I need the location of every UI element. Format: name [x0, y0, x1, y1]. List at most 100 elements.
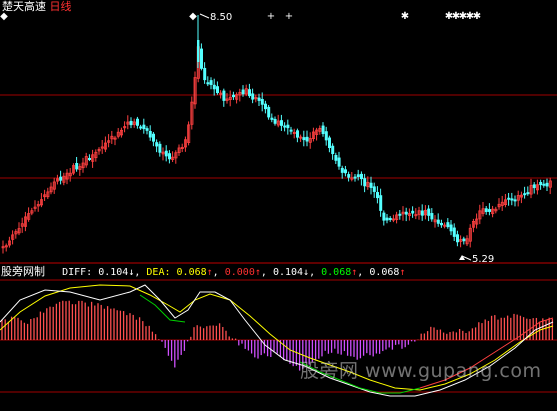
dea-label: DEA: — [146, 267, 171, 278]
candles — [1, 15, 552, 254]
candle-body — [427, 208, 431, 216]
candle-body — [430, 213, 434, 220]
candle-body — [88, 158, 92, 161]
candle-body — [139, 126, 143, 129]
candle-body — [363, 178, 367, 187]
candle-body — [327, 137, 331, 149]
candle-body — [324, 131, 328, 141]
candle-body — [420, 210, 424, 216]
candle-body — [331, 145, 335, 155]
stock-name: 楚天高速 — [2, 0, 46, 13]
candle-body — [286, 124, 290, 129]
high-pointer — [199, 13, 210, 19]
candle-body — [398, 213, 402, 216]
candle-body — [545, 182, 549, 187]
candle-body — [263, 103, 267, 110]
candle-body — [369, 182, 373, 188]
candle-body — [305, 136, 309, 142]
candle-body — [148, 130, 152, 138]
candle-body — [455, 234, 459, 243]
candle-body — [167, 153, 171, 160]
cross-mark-icon: + — [285, 11, 293, 22]
candle-body — [385, 217, 389, 221]
candle-body — [260, 98, 264, 105]
candle-body — [209, 80, 213, 85]
high-price-label: 8.50 — [210, 12, 233, 23]
candle-body — [526, 192, 530, 195]
extra-value-4: 0.068 — [369, 267, 400, 278]
candle-body — [334, 154, 338, 161]
grid-lines — [0, 94, 557, 393]
candle-body — [145, 128, 149, 131]
extra-value-1: 0.000 — [224, 267, 255, 278]
diamond-mark-icon: ◆ — [189, 11, 197, 22]
candle-body — [359, 173, 363, 180]
extra-value-2: 0.104 — [272, 267, 304, 278]
candle-body — [337, 157, 341, 167]
candle-body — [404, 211, 408, 215]
low-price-label: 5.29 — [472, 254, 495, 265]
candle-body — [267, 106, 271, 118]
candle-body — [75, 162, 79, 170]
candle-body — [539, 181, 543, 186]
candle-body — [222, 90, 226, 101]
candle-body — [257, 97, 261, 101]
candle-body — [388, 218, 392, 221]
candle-body — [340, 167, 344, 173]
candlestick-chart[interactable]: ◆ ◆ + + ✱ ✱✱✱✱✱ — [0, 0, 557, 407]
candle-body — [436, 219, 440, 224]
candle-body — [507, 197, 511, 200]
watermark: 股旁网 www.gupang.com — [300, 360, 542, 382]
candle-body — [289, 129, 293, 132]
star-mark-icon: ✱ — [473, 11, 481, 22]
candle-body — [206, 82, 210, 85]
candle-body — [273, 118, 277, 124]
candle-body — [302, 137, 306, 141]
extra-value-3: 0.068 — [321, 267, 352, 278]
candle-body — [247, 89, 251, 97]
indicator-name[interactable]: 股旁网制 — [1, 265, 45, 278]
candle-body — [347, 174, 351, 178]
candle-body — [439, 222, 443, 226]
candle-body — [203, 67, 207, 81]
candle-body — [129, 120, 133, 126]
candle-body — [353, 176, 357, 179]
candle-body — [279, 120, 283, 126]
low-pointer — [459, 255, 472, 261]
candle-body — [155, 142, 159, 147]
candle-body — [164, 150, 168, 157]
candle-body — [142, 124, 146, 130]
candle-body — [382, 212, 386, 221]
candle-body — [356, 174, 360, 178]
chart-title: 楚天高速 日线 — [2, 1, 72, 13]
candle-body — [523, 193, 527, 196]
candle-body — [212, 84, 216, 90]
signal-marks: ◆ ◆ + + ✱ ✱✱✱✱✱ — [0, 11, 481, 22]
candle-body — [59, 176, 63, 181]
candle-body — [510, 198, 514, 201]
candle-body — [452, 227, 456, 237]
candle-body — [283, 125, 287, 128]
candle-body — [321, 125, 325, 135]
diff-label: DIFF: — [62, 267, 93, 278]
candle-body — [343, 169, 347, 174]
extra-arrow-4-icon: ↑ — [399, 267, 406, 278]
star-mark-icon: ✱ — [401, 11, 409, 22]
candle-body — [446, 222, 450, 228]
candle-body — [462, 238, 466, 242]
candle-body — [449, 224, 453, 232]
candle-body — [379, 195, 383, 211]
candle-body — [251, 93, 255, 100]
indicator-header: 股旁网制 DIFF: 0.104↓, DEA: 0.068↑, 0.000↑, … — [1, 265, 406, 279]
signal-line — [139, 294, 186, 323]
stock-chart-window: ◆ ◆ + + ✱ ✱ ✱ ✱ ✱ ✱ 楚天高速 日线 8.50 5.29 股旁网制 DIFF: … — [0, 0, 557, 407]
candle-body — [487, 209, 491, 212]
cross-mark-icon: + — [267, 11, 275, 22]
diff-value: 0.104 — [98, 267, 129, 278]
candle-body — [411, 210, 415, 214]
period-label[interactable]: 日线 — [50, 0, 72, 13]
candle-body — [542, 183, 546, 186]
candle-body — [231, 94, 235, 98]
candle-body — [484, 208, 488, 212]
candle-body — [372, 186, 376, 192]
